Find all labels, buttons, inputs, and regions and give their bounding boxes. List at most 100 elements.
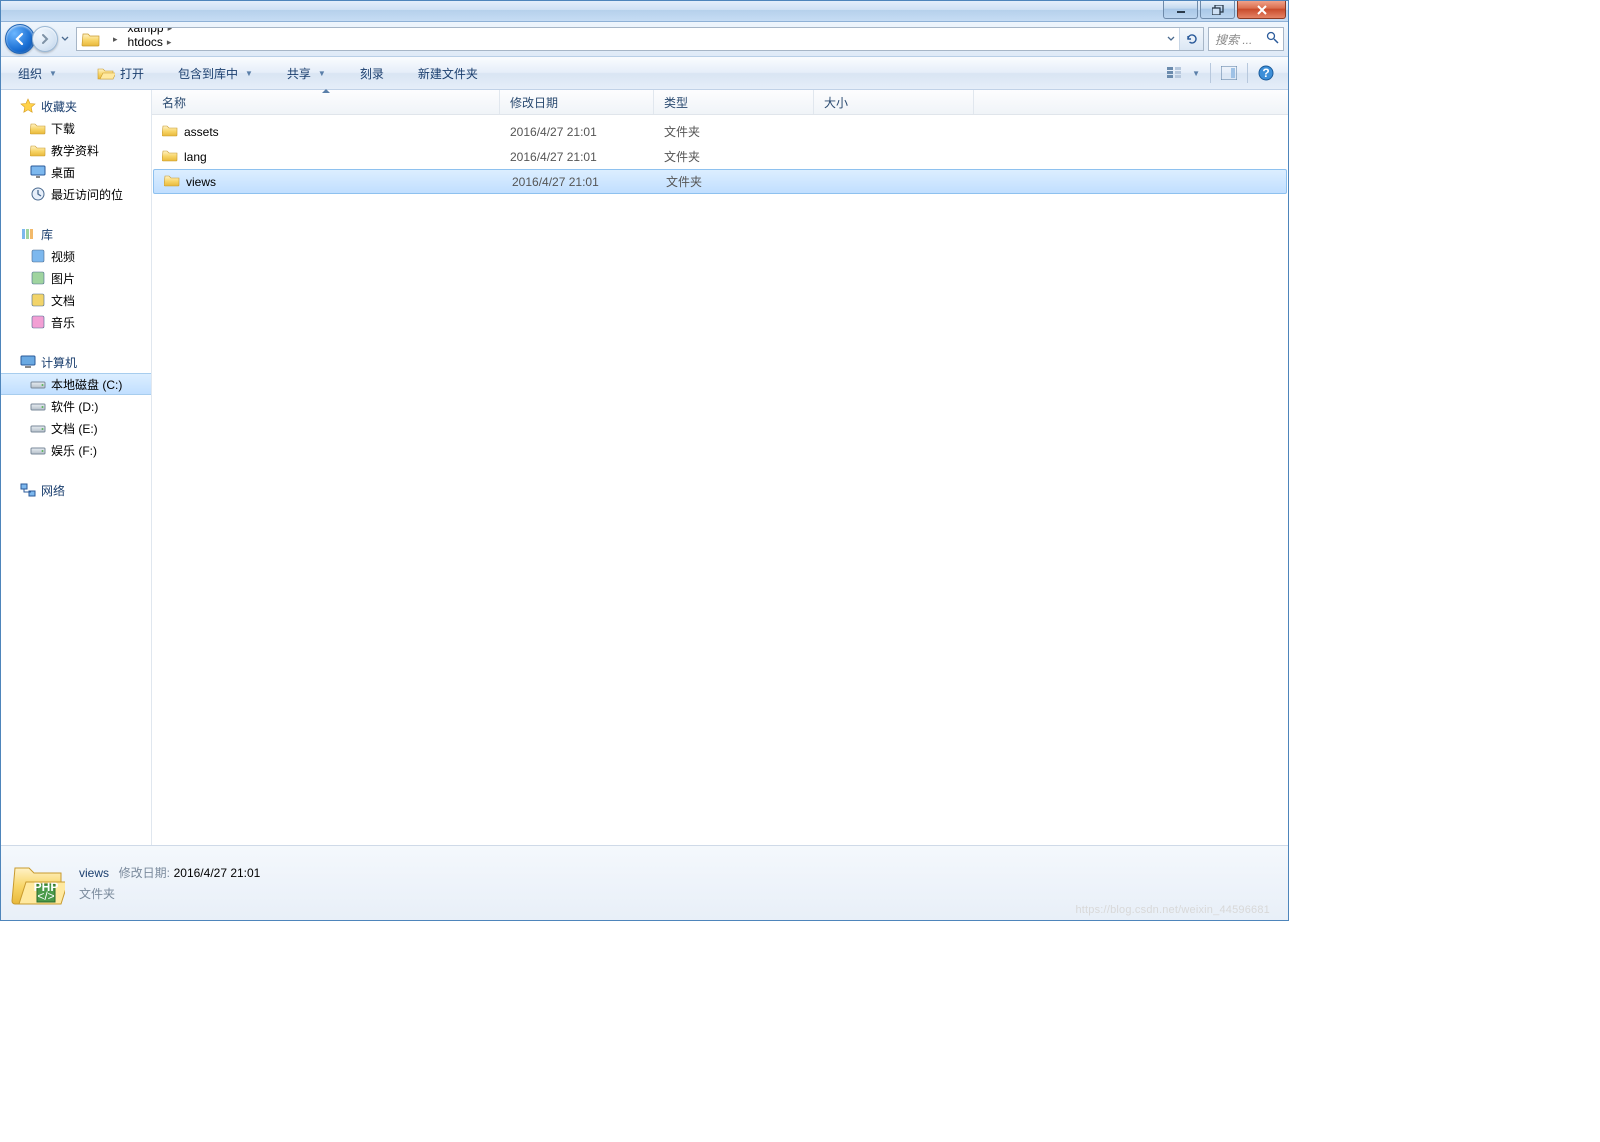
tree-icon: [29, 141, 47, 159]
file-type: 文件夹: [654, 148, 814, 165]
minimize-icon: [1176, 6, 1186, 14]
back-button[interactable]: [5, 24, 35, 54]
svg-text:?: ?: [1262, 66, 1269, 80]
search-icon[interactable]: [1266, 31, 1279, 47]
tree-root-item[interactable]: 网络: [1, 479, 151, 501]
tree-icon: [29, 163, 47, 181]
tree-item[interactable]: 本地磁盘 (C:): [1, 373, 151, 395]
tree-icon: [29, 313, 47, 331]
file-row[interactable]: views2016/4/27 21:01文件夹: [153, 169, 1287, 194]
command-bar: 组织▼ 打开 包含到库中▼ 共享▼ 刻录 新建文件夹 ▼: [1, 57, 1288, 90]
search-placeholder: 搜索 ...: [1215, 31, 1252, 48]
details-date-label: 修改日期:: [119, 866, 170, 880]
tree-icon: [29, 441, 47, 459]
tree-icon: [29, 419, 47, 437]
chevron-down-icon: ▼: [245, 69, 253, 78]
folder-icon: [162, 147, 178, 166]
tree-icon: [29, 291, 47, 309]
folder-icon: [164, 172, 180, 191]
breadcrumb-bar[interactable]: ▸ 计算机▸本地磁盘 (C:)▸xampp▸htdocs▸PHPprimary▸…: [76, 27, 1204, 51]
breadcrumb-segment[interactable]: PHPprimary▸: [122, 49, 212, 51]
navigation-pane[interactable]: 收藏夹下载教学资料桌面最近访问的位 库视频图片文档音乐 计算机本地磁盘 (C:)…: [1, 90, 152, 845]
details-pane: PHP </> views 修改日期: 2016/4/27 21:01 文件夹: [1, 845, 1288, 920]
file-date: 2016/4/27 21:01: [500, 150, 654, 164]
breadcrumb-segment[interactable]: xampp▸: [122, 27, 212, 35]
tree-item[interactable]: 音乐: [1, 311, 151, 333]
tree-icon: [29, 397, 47, 415]
column-type[interactable]: 类型: [654, 90, 814, 114]
new-folder-button[interactable]: 新建文件夹: [409, 61, 487, 85]
svg-text:</>: </>: [37, 889, 54, 903]
preview-pane-icon: [1221, 66, 1237, 80]
file-row[interactable]: assets2016/4/27 21:01文件夹: [152, 119, 1288, 144]
folder-icon: [81, 29, 101, 49]
column-name[interactable]: 名称: [152, 90, 500, 114]
tree-item[interactable]: 下载: [1, 117, 151, 139]
tree-icon: [29, 375, 47, 393]
open-button[interactable]: 打开: [88, 61, 153, 85]
arrow-right-icon: [39, 33, 51, 45]
content-pane: 名称 修改日期 类型 大小 assets2016/4/27 21:01文件夹la…: [152, 90, 1288, 845]
tree-icon: [29, 185, 47, 203]
file-row[interactable]: lang 2016/4/27 21:01文件夹: [152, 144, 1288, 169]
forward-button[interactable]: [32, 26, 58, 52]
chevron-down-icon: [1167, 36, 1175, 42]
tree-item[interactable]: 图片: [1, 267, 151, 289]
burn-button[interactable]: 刻录: [351, 61, 393, 85]
column-size[interactable]: 大小: [814, 90, 974, 114]
minimize-button[interactable]: [1163, 1, 1198, 19]
nav-history-dropdown[interactable]: [58, 26, 72, 52]
view-options-button[interactable]: ▼: [1161, 61, 1206, 85]
view-icon: [1167, 66, 1185, 80]
breadcrumb-chevron[interactable]: ▸: [103, 28, 122, 50]
preview-pane-button[interactable]: [1215, 61, 1243, 85]
close-icon: [1256, 5, 1268, 15]
share-button[interactable]: 共享▼: [278, 61, 335, 85]
folder-icon: [162, 122, 178, 141]
tree-icon: [29, 269, 47, 287]
address-dropdown[interactable]: [1161, 28, 1179, 50]
chevron-down-icon: [61, 36, 69, 42]
refresh-button[interactable]: [1179, 28, 1203, 50]
tree-icon: [29, 119, 47, 137]
help-button[interactable]: ?: [1252, 61, 1280, 85]
tree-icon: [19, 97, 37, 115]
include-in-library-button[interactable]: 包含到库中▼: [169, 61, 262, 85]
maximize-button[interactable]: [1200, 1, 1235, 19]
chevron-down-icon: ▼: [318, 69, 326, 78]
tree-item[interactable]: 桌面: [1, 161, 151, 183]
file-name: assets: [184, 125, 219, 139]
file-type: 文件夹: [656, 173, 816, 190]
help-icon: ?: [1258, 65, 1274, 81]
tree-item[interactable]: 视频: [1, 245, 151, 267]
chevron-down-icon: ▼: [1192, 69, 1200, 78]
title-bar: [1, 1, 1288, 22]
file-list[interactable]: assets2016/4/27 21:01文件夹lang2016/4/27 21…: [152, 115, 1288, 845]
tree-root-item[interactable]: 收藏夹: [1, 95, 151, 117]
tree-item[interactable]: 软件 (D:): [1, 395, 151, 417]
column-date[interactable]: 修改日期: [500, 90, 654, 114]
chevron-right-icon: ▸: [167, 37, 172, 48]
search-input[interactable]: 搜索 ...: [1208, 27, 1284, 51]
column-headers: 名称 修改日期 类型 大小: [152, 90, 1288, 115]
address-bar: ▸ 计算机▸本地磁盘 (C:)▸xampp▸htdocs▸PHPprimary▸…: [1, 22, 1288, 57]
tree-item[interactable]: 文档: [1, 289, 151, 311]
chevron-right-icon: ▸: [196, 51, 201, 52]
tree-root-item[interactable]: 计算机: [1, 351, 151, 373]
tree-item[interactable]: 最近访问的位: [1, 183, 151, 205]
organize-button[interactable]: 组织▼: [9, 61, 66, 85]
file-name: lang: [184, 150, 207, 164]
breadcrumb-segment[interactable]: htdocs▸: [122, 35, 212, 49]
close-button[interactable]: [1237, 1, 1286, 19]
tree-item[interactable]: 教学资料: [1, 139, 151, 161]
details-date-value: 2016/4/27 21:01: [174, 866, 261, 880]
arrow-left-icon: [13, 32, 27, 46]
tree-item[interactable]: 文档 (E:): [1, 417, 151, 439]
tree-icon: [19, 225, 37, 243]
tree-item[interactable]: 娱乐 (F:): [1, 439, 151, 461]
details-name: views: [79, 866, 109, 880]
file-date: 2016/4/27 21:01: [502, 175, 656, 189]
open-icon: [97, 65, 115, 81]
tree-icon: [29, 247, 47, 265]
tree-root-item[interactable]: 库: [1, 223, 151, 245]
